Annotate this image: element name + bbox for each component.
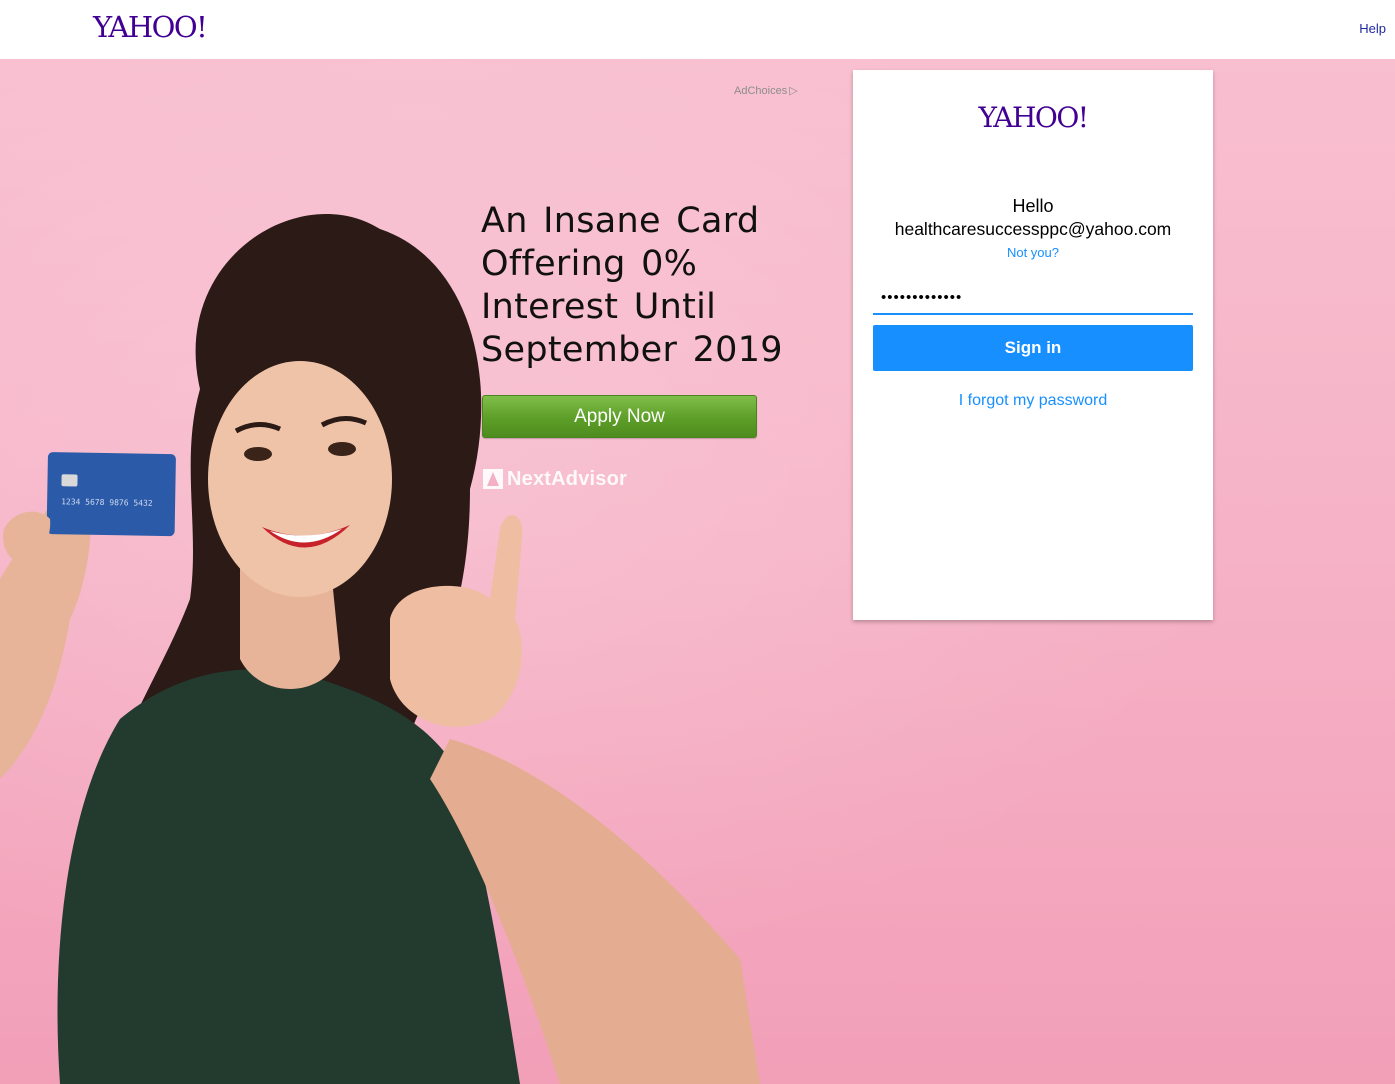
ad-headline: An Insane Card Offering 0% Interest Unti… — [481, 201, 783, 370]
nextadvisor-logo[interactable]: NextAdvisor — [483, 467, 627, 491]
adchoices-icon: ▷ — [789, 85, 798, 97]
help-link[interactable]: Help — [1359, 21, 1386, 36]
nextadvisor-mark-icon — [483, 469, 503, 489]
adchoices-link[interactable]: AdChoices ▷ — [734, 84, 798, 97]
card-number-text: 1234 5678 9876 5432 — [61, 497, 153, 508]
password-input[interactable] — [873, 282, 1193, 315]
sign-in-button[interactable]: Sign in — [873, 325, 1193, 371]
forgot-password-link[interactable]: I forgot my password — [853, 392, 1213, 410]
right-eye — [328, 442, 356, 456]
credit-card: 1234 5678 9876 5432 — [46, 452, 176, 537]
yahoo-logo[interactable]: YAHOO! — [93, 10, 208, 44]
account-email: healthcaresuccessppc@yahoo.com — [894, 219, 1172, 239]
login-card: YAHOO! Hello healthcaresuccessppc@yahoo.… — [853, 70, 1213, 620]
dark-green-top — [57, 669, 520, 1084]
top-navigation-bar: YAHOO! Help — [0, 0, 1395, 59]
not-you-link[interactable]: Not you? — [853, 245, 1213, 260]
card-yahoo-logo: YAHOO! — [978, 101, 1089, 134]
left-eye — [244, 447, 272, 461]
nextadvisor-label: NextAdvisor — [507, 467, 628, 490]
face-shape — [208, 361, 392, 597]
apply-now-button[interactable]: Apply Now — [482, 395, 757, 438]
adchoices-label: AdChoices — [734, 85, 788, 97]
greeting-text: Hello — [1012, 196, 1054, 216]
